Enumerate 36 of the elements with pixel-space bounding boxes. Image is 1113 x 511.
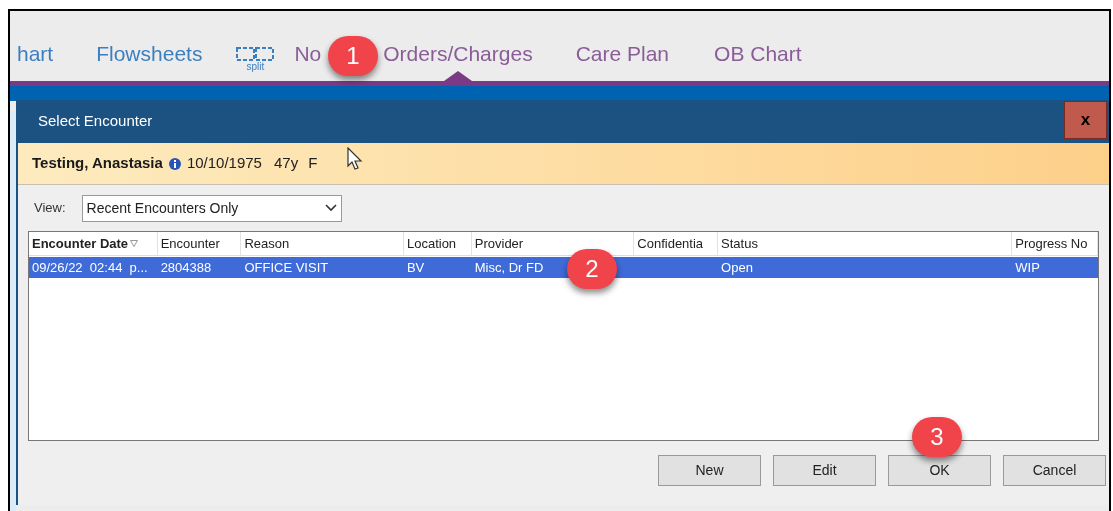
dialog-button[interactable]: OK [888,455,991,486]
sort-icon [130,240,139,247]
column-header[interactable]: Reason [241,232,404,255]
chevron-down-icon [324,204,337,212]
table-cell-text: WIP [1015,258,1040,277]
view-dropdown[interactable]: Recent Encounters Only [81,194,342,222]
column-header[interactable]: Location [403,232,472,255]
nav-tab[interactable]: Flowsheets [96,41,203,67]
column-header[interactable]: Confidentia [634,232,719,255]
table-cell-text: Open [721,258,753,277]
nav-tab[interactable]: OB Chart [714,41,802,67]
dialog-button[interactable]: New [658,455,761,486]
nav-tab[interactable]: Care Plan [575,41,670,67]
table-cell-text: OFFICE VISIT [244,258,329,277]
nav-tab[interactable]: hart [17,41,54,67]
column-header[interactable]: Encounter Date [29,232,158,255]
patient-name: Testing, Anastasia [32,153,163,174]
patient-age: 47y [273,153,299,174]
dialog-button[interactable]: Cancel [1003,455,1106,486]
table-cell-text: 09/26/22 02:44 p... [32,258,148,277]
cursor-icon [347,146,364,171]
table-cell-text: BV [406,258,425,277]
table-cell-text: Misc, Dr FD [474,258,544,277]
view-label: View: [34,199,66,218]
nav-tab[interactable]: No [294,41,322,67]
info-icon [168,157,181,170]
column-header[interactable]: Encounter [157,232,242,255]
column-header[interactable]: Status [718,232,1013,255]
close-button[interactable]: x [1064,101,1107,139]
dialog-button[interactable]: Edit [773,455,876,486]
table-cell-text: 2804388 [160,258,212,277]
patient-dob: 10/10/1975 [186,153,262,174]
patient-sex: F [308,153,318,174]
split-label[interactable]: split [246,61,265,73]
dialog-title: Select Encounter [38,111,153,132]
column-header[interactable]: Progress No [1012,232,1098,255]
